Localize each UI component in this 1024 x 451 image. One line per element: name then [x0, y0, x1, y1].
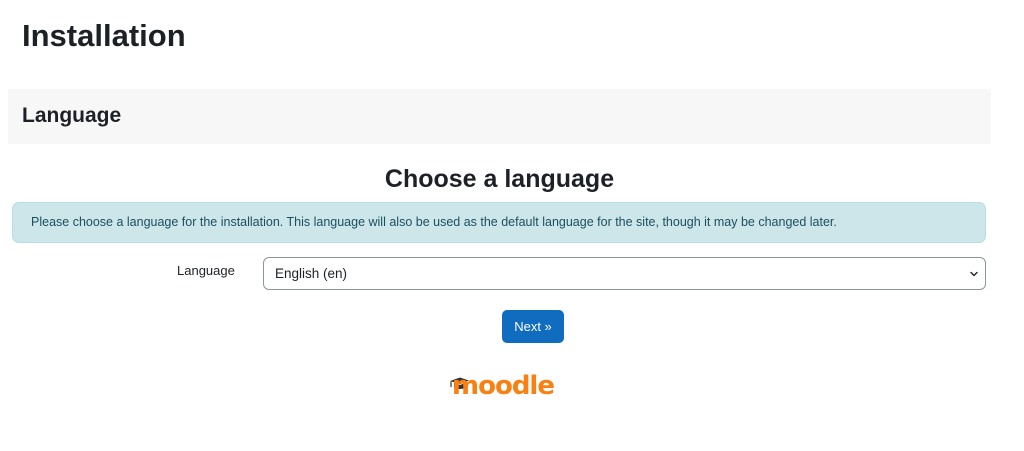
language-label: Language: [177, 263, 235, 278]
next-button[interactable]: Next »: [502, 310, 564, 343]
section-header: Language: [8, 89, 991, 144]
moodle-logo: moodle: [449, 371, 555, 404]
page-title: Installation: [22, 18, 186, 53]
language-select-value: English (en): [275, 266, 348, 281]
moodle-logo-text: moodle: [452, 371, 555, 401]
language-select[interactable]: English (en): [263, 257, 986, 290]
section-title: Language: [22, 104, 122, 127]
chevron-down-icon: [970, 271, 978, 277]
info-alert: Please choose a language for the install…: [12, 202, 986, 243]
choose-language-heading: Choose a language: [384, 165, 615, 193]
